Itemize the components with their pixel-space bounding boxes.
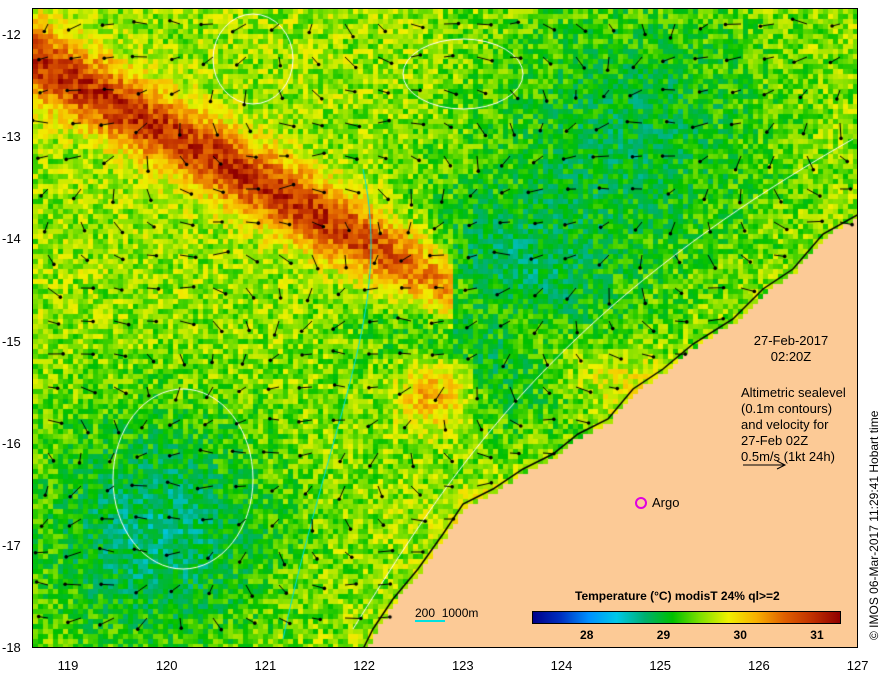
description-line: and velocity for [741,417,829,432]
colorbar-title: Temperature (°C) modisT 24% ql>=2 [575,589,780,603]
isobath-legend-line [415,620,445,622]
x-tick-label: 125 [649,658,672,673]
date-label: 27-Feb-2017 02:20Z [753,333,829,364]
x-tick-label: 119 [57,658,79,673]
argo-label: Argo [652,495,680,510]
sst-field [33,9,857,647]
sst-map[interactable]: 27-Feb-2017 02:20Z Altimetric sealevel (0.… [32,8,858,648]
colorbar [532,611,841,624]
description-line: (0.1m contours) [741,401,833,416]
y-tick-label: -17 [2,538,21,553]
y-tick-label: -18 [2,640,21,656]
x-tick-label: 126 [748,658,770,673]
x-tick-label: 120 [155,658,178,673]
y-tick-label: -14 [2,231,21,247]
x-tick-label: 121 [254,658,277,673]
argo-float-icon [635,497,647,509]
description: Altimetric sealevel (0.1m contours) and ve… [741,385,846,465]
y-tick-label: -12 [2,27,21,42]
description-line: 27-Feb 02Z [741,433,809,448]
x-tick-label: 127 [846,658,869,673]
x-tick-label: 123 [451,658,474,673]
y-tick-label: -15 [2,333,21,349]
colorbar-tick: 30 [733,628,747,642]
x-tick-label: 122 [353,658,375,673]
copyright-label: © IMOS 06-Mar-2017 11:29:41 Hobart time [867,410,880,640]
colorbar-tick: 29 [656,628,671,642]
description-line: Altimetric sealevel [741,385,846,400]
velocity-scale-arrow-icon [743,460,787,470]
x-tick-label: 124 [550,658,573,673]
colorbar-tick: 31 [810,628,824,642]
y-tick-label: -16 [2,435,21,451]
colorbar-tick: 28 [580,628,594,642]
y-tick-label: -13 [2,129,21,145]
